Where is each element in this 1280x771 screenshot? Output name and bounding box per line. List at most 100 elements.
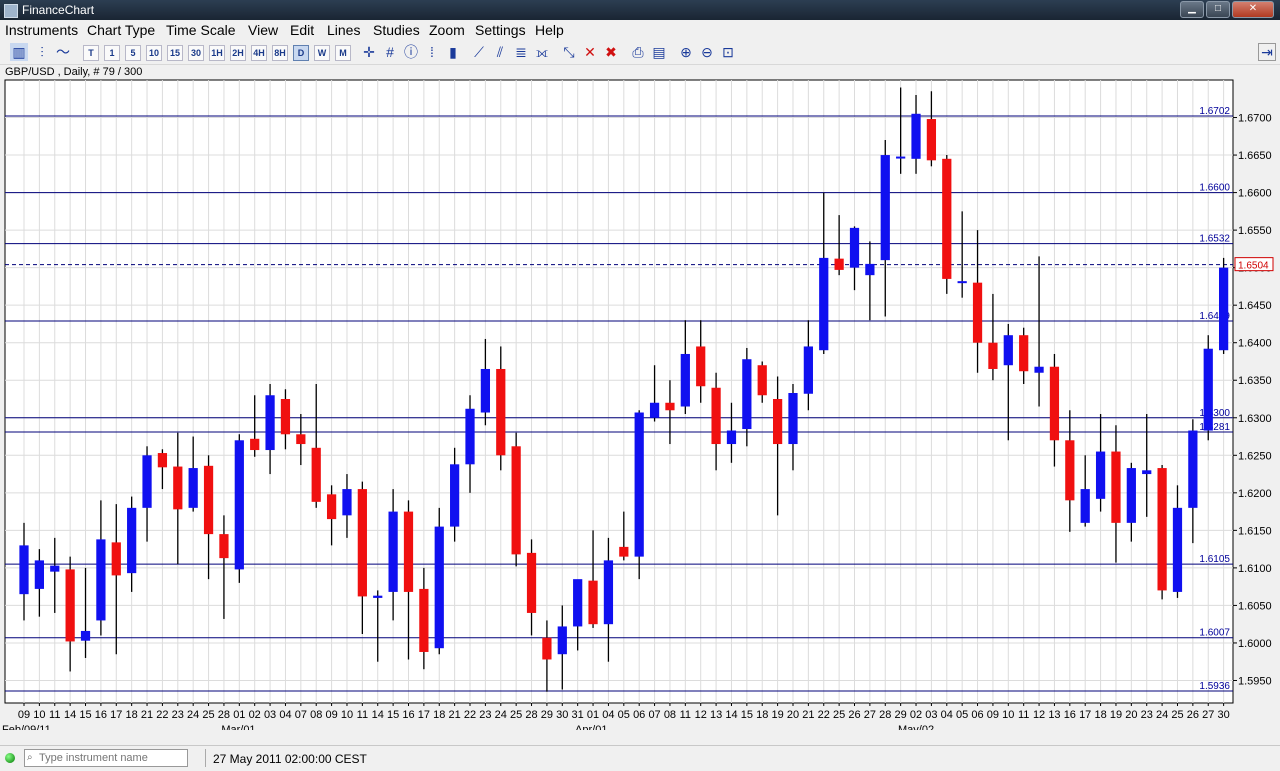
trendline-icon[interactable]: ⟋	[470, 43, 488, 61]
print-preview-icon[interactable]: ▤	[650, 43, 668, 61]
candle-bearish	[157, 453, 168, 468]
connection-status-icon	[5, 753, 15, 763]
x-tick-label: 28	[525, 709, 537, 721]
menu-time-scale[interactable]: Time Scale	[166, 22, 236, 38]
timeframe-5m-button[interactable]: 5	[125, 45, 141, 61]
menu-lines[interactable]: Lines	[327, 22, 360, 38]
chart-area[interactable]: 1.5950 1.6000 1.6050 1.6100 1.6150 1.6200 1.62…	[0, 78, 1280, 736]
crosshair-icon[interactable]: ✛	[360, 43, 378, 61]
candle-bullish	[1003, 335, 1013, 366]
timeframe-2h-button[interactable]: 2H	[230, 45, 246, 61]
close-icon[interactable]: ✕	[1232, 1, 1274, 18]
fibonacci-icon[interactable]: ≣	[512, 43, 530, 61]
candle-bearish	[65, 569, 75, 642]
candle-bullish	[603, 560, 614, 625]
x-tick-label: 25	[202, 709, 214, 721]
print-icon[interactable]: ⎙	[629, 43, 647, 61]
zoom-out-icon[interactable]: ⊖	[698, 43, 716, 61]
candle-bearish	[526, 552, 537, 613]
x-tick-label: 16	[1064, 709, 1076, 721]
candle-bullish	[957, 281, 967, 284]
maximize-icon[interactable]: □	[1206, 1, 1230, 18]
x-tick-label: 02	[249, 709, 261, 721]
y-tick-label: 1.6250	[1238, 450, 1272, 462]
candle-bearish	[111, 542, 121, 576]
x-tick-label: 12	[695, 709, 707, 721]
timeframe-daily-button[interactable]: D	[293, 45, 309, 61]
candlestick-chart[interactable]: 1.5950 1.6000 1.6050 1.6100 1.6150 1.6200 1.62…	[0, 78, 1280, 736]
candle-bullish	[1034, 366, 1044, 373]
menu-bar: Instruments Chart Type Time Scale View E…	[0, 20, 1280, 40]
menu-zoom[interactable]: Zoom	[429, 22, 465, 38]
x-tick-label: 01	[587, 709, 599, 721]
timeframe-1h-button[interactable]: 1H	[209, 45, 225, 61]
x-tick-label: 22	[818, 709, 830, 721]
menu-help[interactable]: Help	[535, 22, 564, 38]
x-tick-label: 23	[172, 709, 184, 721]
line-chart-icon[interactable]: 〜	[54, 43, 72, 61]
menu-chart-type[interactable]: Chart Type	[87, 22, 155, 38]
price-scale-icon[interactable]: ⁞	[423, 43, 441, 61]
zoom-in-icon[interactable]: ⊕	[677, 43, 695, 61]
menu-edit[interactable]: Edit	[290, 22, 314, 38]
candlestick-chart-icon[interactable]: ▥	[10, 43, 28, 61]
x-tick-label: 25	[510, 709, 522, 721]
x-tick-label: 05	[956, 709, 968, 721]
timeframe-8h-button[interactable]: 8H	[272, 45, 288, 61]
panel-toggle-icon[interactable]: ⇥	[1258, 43, 1276, 61]
x-tick-label: 10	[341, 709, 353, 721]
channel-icon[interactable]: ⫽	[491, 43, 509, 61]
candle-bearish	[542, 637, 552, 660]
candle-bullish	[726, 430, 737, 445]
timeframe-1m-button[interactable]: 1	[104, 45, 120, 61]
x-tick-label: 01	[233, 709, 245, 721]
x-tick-label: 04	[602, 709, 614, 721]
timeframe-monthly-button[interactable]: M	[335, 45, 351, 61]
timeframe-30m-button[interactable]: 30	[188, 45, 204, 61]
bar-chart-icon[interactable]: ⫶	[33, 43, 51, 61]
menu-settings[interactable]: Settings	[475, 22, 526, 38]
grid-icon[interactable]: #	[381, 43, 399, 61]
volume-icon[interactable]: ▮	[444, 43, 462, 61]
timeframe-tick-button[interactable]: T	[83, 45, 99, 61]
menu-studies[interactable]: Studies	[373, 22, 420, 38]
search-icon: ⌕	[27, 752, 33, 763]
menu-instruments[interactable]: Instruments	[5, 22, 78, 38]
level-label: 1.6105	[1199, 554, 1230, 565]
candle-bullish	[1188, 430, 1198, 508]
delete-icon[interactable]: ✕	[581, 43, 599, 61]
info-icon[interactable]: ⓘ	[402, 43, 420, 61]
month-label: Mar/01	[221, 724, 255, 730]
menu-view[interactable]: View	[248, 22, 278, 38]
timeframe-10m-button[interactable]: 10	[146, 45, 162, 61]
candle-bullish	[265, 395, 275, 451]
candle-bullish	[1080, 489, 1090, 523]
x-tick-label: 22	[464, 709, 476, 721]
instrument-search-input[interactable]	[39, 751, 179, 765]
candle-bearish	[588, 580, 598, 625]
candle-bullish	[434, 526, 444, 649]
select-line-icon[interactable]: ⤡	[560, 43, 578, 61]
x-tick-label: 29	[541, 709, 553, 721]
minimize-icon[interactable]: ▁	[1180, 1, 1204, 18]
candle-bearish	[926, 119, 937, 161]
candle-bearish	[757, 365, 767, 396]
instrument-search[interactable]: ⌕	[24, 749, 188, 767]
x-tick-label: 07	[648, 709, 660, 721]
x-tick-label: 04	[941, 709, 953, 721]
y-tick-label: 1.6050	[1238, 600, 1272, 612]
y-tick-label: 1.6000	[1238, 638, 1272, 650]
timeframe-15m-button[interactable]: 15	[167, 45, 183, 61]
candle-bearish	[250, 438, 260, 451]
zoom-fit-icon[interactable]: ⊡	[719, 43, 737, 61]
y-tick-label: 1.6150	[1238, 525, 1272, 537]
gann-icon[interactable]: ⟗	[533, 43, 551, 61]
candle-bullish	[19, 545, 29, 595]
timeframe-4h-button[interactable]: 4H	[251, 45, 267, 61]
x-tick-label: 18	[1094, 709, 1106, 721]
delete-all-icon[interactable]: ✖	[602, 43, 620, 61]
timeframe-weekly-button[interactable]: W	[314, 45, 330, 61]
candle-bullish	[1095, 451, 1106, 499]
candle-bearish	[942, 158, 952, 279]
x-tick-label: 20	[1125, 709, 1137, 721]
